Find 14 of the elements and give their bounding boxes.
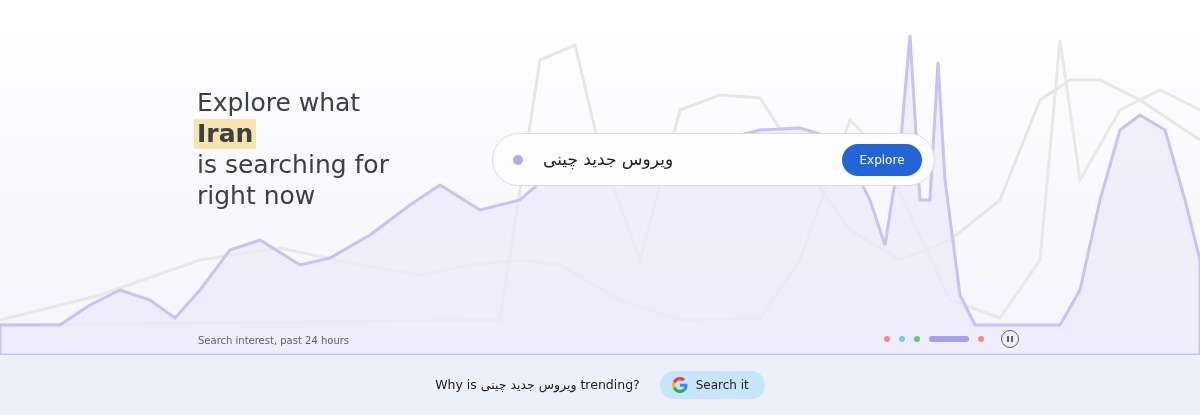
dot-icon	[513, 154, 523, 165]
g-logo-icon	[671, 377, 688, 393]
headline-text: right now	[197, 181, 316, 211]
highlighted-headline-text: Iran	[194, 119, 257, 149]
search-it-button[interactable]: Search it	[659, 371, 765, 399]
trending-question: Why is ویروس جدید چینی trending?	[435, 375, 640, 395]
explore-button[interactable]: Explore	[842, 143, 922, 176]
carousel-dot[interactable]	[884, 336, 890, 342]
chart-caption: Search interest, past 24 hours	[198, 334, 350, 348]
headline-text: Explore what	[197, 88, 361, 118]
carousel-dot[interactable]	[914, 336, 920, 342]
carousel-dot[interactable]	[978, 336, 984, 342]
carousel-dot[interactable]	[899, 336, 905, 342]
headline-text: is searching for	[197, 150, 389, 180]
